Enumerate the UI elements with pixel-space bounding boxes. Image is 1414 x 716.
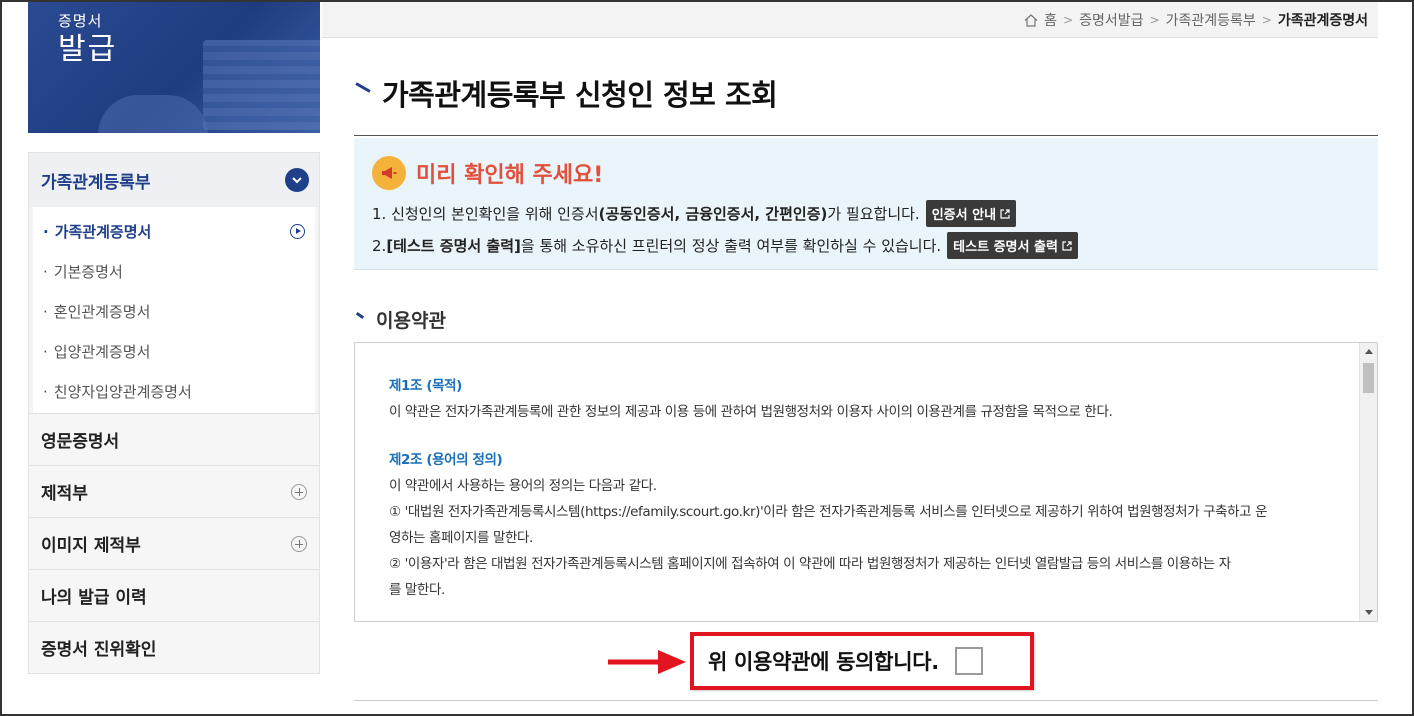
- breadcrumb: 홈 > 증명서발급 > 가족관계등록부 > 가족관계증명서: [1024, 10, 1368, 30]
- play-circle-icon: [290, 223, 305, 239]
- button-label: 테스트 증명서 출력: [953, 240, 1058, 255]
- arrow-right-icon: [608, 650, 686, 674]
- button-label: 인증서 안내: [931, 208, 997, 223]
- chevron-down-icon[interactable]: [285, 168, 309, 192]
- cert-guide-button[interactable]: 인증서 안내: [925, 200, 1017, 227]
- sidebar-item-label: 이미지 제적부: [41, 536, 141, 556]
- banner-books-graphic: [203, 40, 320, 130]
- breadcrumb-item[interactable]: 가족관계등록부: [1166, 10, 1256, 30]
- sidebar-subitem-marriage-cert[interactable]: · 혼인관계증명서: [33, 291, 315, 331]
- sidebar-banner: 증명서 발급: [28, 0, 320, 133]
- terms-section-title: 이용약관: [376, 310, 446, 332]
- sidebar-item-issue-history[interactable]: 나의 발급 이력: [29, 569, 319, 621]
- terms-agree-label[interactable]: 위 이용약관에 동의합니다.: [708, 646, 939, 676]
- sidebar-subitem-label: 기본증명서: [53, 262, 123, 281]
- terms-agree-box[interactable]: 위 이용약관에 동의합니다.: [690, 632, 1034, 690]
- notice-line-1: 1. 신청인의 본인확인을 위해 인증서 (공동인증서, 금융인증서, 간편인증)…: [372, 200, 1017, 227]
- top-bar: 홈 > 증명서발급 > 가족관계등록부 > 가족관계증명서: [322, 0, 1378, 38]
- terms-content: 제1조 (목적) 이 약관은 전자가족관계등록에 관한 정보의 제공과 이용 등…: [389, 373, 1349, 603]
- terms-article-text: 이 약관에서 사용하는 용어의 정의는 다음과 같다.: [389, 478, 657, 494]
- sidebar-subitem-label: 혼인관계증명서: [53, 302, 151, 321]
- terms-scroll-box[interactable]: 제1조 (목적) 이 약관은 전자가족관계등록에 관한 정보의 제공과 이용 등…: [354, 342, 1378, 622]
- title-divider: [354, 135, 1378, 136]
- sidebar-subitem-label: 입양관계증명서: [53, 342, 151, 361]
- external-link-icon: [1000, 208, 1010, 219]
- notice-text-bold: (공동인증서, 금융인증서, 간편인증): [598, 205, 828, 223]
- banner-title: 증명서 발급: [58, 14, 117, 65]
- external-link-icon: [1062, 240, 1072, 251]
- sidebar-menu: 가족관계등록부 · 가족관계증명서 · 기본증명서 · 혼인관계증명서 · 입양관계증명…: [28, 152, 320, 674]
- sidebar-subitem-basic-cert[interactable]: · 기본증명서: [33, 251, 315, 291]
- plus-circle-icon[interactable]: [291, 483, 307, 500]
- breadcrumb-home[interactable]: 홈: [1044, 10, 1057, 30]
- megaphone-icon: [372, 156, 406, 190]
- sidebar-item-label: 나의 발급 이력: [41, 588, 147, 608]
- sidebar-subitem-family-relation-cert[interactable]: · 가족관계증명서: [33, 211, 315, 251]
- scroll-thumb[interactable]: [1363, 363, 1374, 393]
- notice-text: 1. 신청인의 본인확인을 위해 인증서: [372, 205, 599, 223]
- breadcrumb-current: 가족관계증명서: [1277, 13, 1368, 29]
- terms-article-text: ① '대법원 전자가족관계등록시스템(https://efamily.scour…: [389, 504, 1268, 520]
- notice-text: 을 통해 소유하신 프린터의 정상 출력 여부를 확인하실 수 있습니다.: [520, 237, 942, 255]
- bottom-divider: [354, 700, 1378, 701]
- terms-article-text: 이 약관은 전자가족관계등록에 관한 정보의 제공과 이용 등에 관하여 법원행…: [389, 404, 1113, 420]
- plus-circle-icon[interactable]: [291, 535, 307, 552]
- terms-agree-checkbox[interactable]: [954, 647, 983, 675]
- sidebar-item-label: 증명서 진위확인: [41, 640, 157, 660]
- notice-text-bold: [테스트 증명서 출력]: [386, 237, 521, 255]
- notice-text: 2.: [372, 236, 387, 255]
- home-icon[interactable]: [1024, 13, 1038, 27]
- notice-line-2: 2. [테스트 증명서 출력] 을 통해 소유하신 프린터의 정상 출력 여부를 …: [372, 232, 1078, 259]
- banner-title-line2: 발급: [58, 32, 118, 67]
- sidebar-item-removed-register[interactable]: 제적부: [29, 465, 319, 517]
- terms-article-title: 제1조 (목적): [389, 378, 462, 394]
- sidebar-item-image-removed-register[interactable]: 이미지 제적부: [29, 517, 319, 569]
- page-title: 가족관계등록부 신청인 정보 조회: [382, 78, 778, 112]
- notice-title: 미리 확인해 주세요!: [416, 163, 604, 188]
- notice-header: 미리 확인해 주세요!: [372, 156, 603, 190]
- sidebar-item-family-register[interactable]: 가족관계등록부: [29, 153, 319, 207]
- sidebar-subitem-label: 가족관계증명서: [54, 222, 152, 241]
- terms-article-text: 를 말한다.: [389, 582, 445, 598]
- terms-article-text: ② '이용자'라 함은 대법원 전자가족관계등록시스템 홈페이지에 접속하여 이…: [389, 556, 1231, 572]
- sidebar-item-label: 제적부: [41, 484, 88, 504]
- banner-title-line1: 증명서: [58, 12, 103, 30]
- title-accent-mark: [355, 82, 371, 93]
- terms-scrollbar[interactable]: [1359, 343, 1377, 621]
- sidebar-subitem-adoption-cert[interactable]: · 입양관계증명서: [33, 331, 315, 371]
- terms-article-text: 영하는 홈페이지를 말한다.: [389, 530, 533, 546]
- notice-box: 미리 확인해 주세요! 1. 신청인의 본인확인을 위해 인증서 (공동인증서, …: [354, 138, 1378, 270]
- scroll-up-icon[interactable]: [1365, 349, 1373, 354]
- chevron-right-icon: >: [1063, 13, 1074, 27]
- banner-hand-graphic: [98, 95, 208, 133]
- sidebar-subitem-label: 친양자입양관계증명서: [53, 382, 192, 401]
- chevron-right-icon: >: [1261, 13, 1272, 27]
- section-accent-mark: [355, 311, 365, 320]
- sidebar-item-cert-verification[interactable]: 증명서 진위확인: [29, 621, 319, 673]
- notice-text: 가 필요합니다.: [827, 205, 920, 223]
- sidebar-item-label: 가족관계등록부: [41, 172, 151, 193]
- test-print-button[interactable]: 테스트 증명서 출력: [947, 232, 1078, 259]
- chevron-right-icon: >: [1149, 13, 1160, 27]
- sidebar-subitem-full-adoption-cert[interactable]: · 친양자입양관계증명서: [33, 371, 315, 411]
- sidebar-item-label: 영문증명서: [41, 432, 120, 452]
- terms-article-title: 제2조 (용어의 정의): [389, 452, 503, 468]
- sidebar-submenu: · 가족관계증명서 · 기본증명서 · 혼인관계증명서 · 입양관계증명서 · 친양자입양…: [33, 207, 315, 413]
- sidebar-item-english-cert[interactable]: 영문증명서: [29, 413, 319, 465]
- scroll-down-icon[interactable]: [1365, 610, 1373, 615]
- breadcrumb-item[interactable]: 증명서발급: [1079, 10, 1143, 30]
